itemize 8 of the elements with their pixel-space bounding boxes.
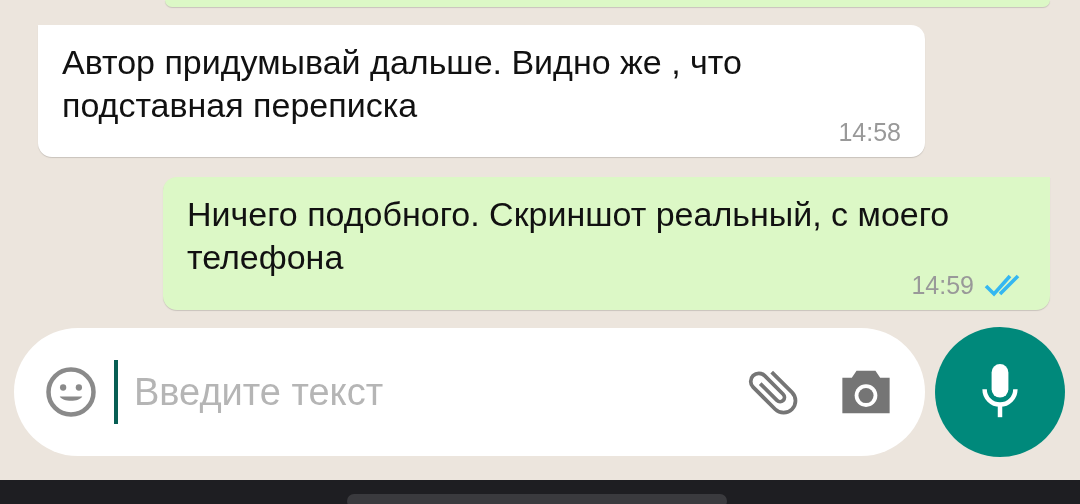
message-input[interactable]: Введите текст bbox=[14, 328, 925, 456]
microphone-icon bbox=[980, 364, 1020, 420]
emoji-icon[interactable] bbox=[44, 365, 98, 419]
message-field[interactable]: Введите текст bbox=[134, 363, 727, 421]
text-cursor bbox=[114, 360, 118, 424]
message-text: Автор придумывай дальше. Видно же , что подставная переписка bbox=[62, 42, 743, 126]
message-time: 14:58 bbox=[838, 120, 901, 145]
home-handle[interactable] bbox=[347, 494, 727, 504]
